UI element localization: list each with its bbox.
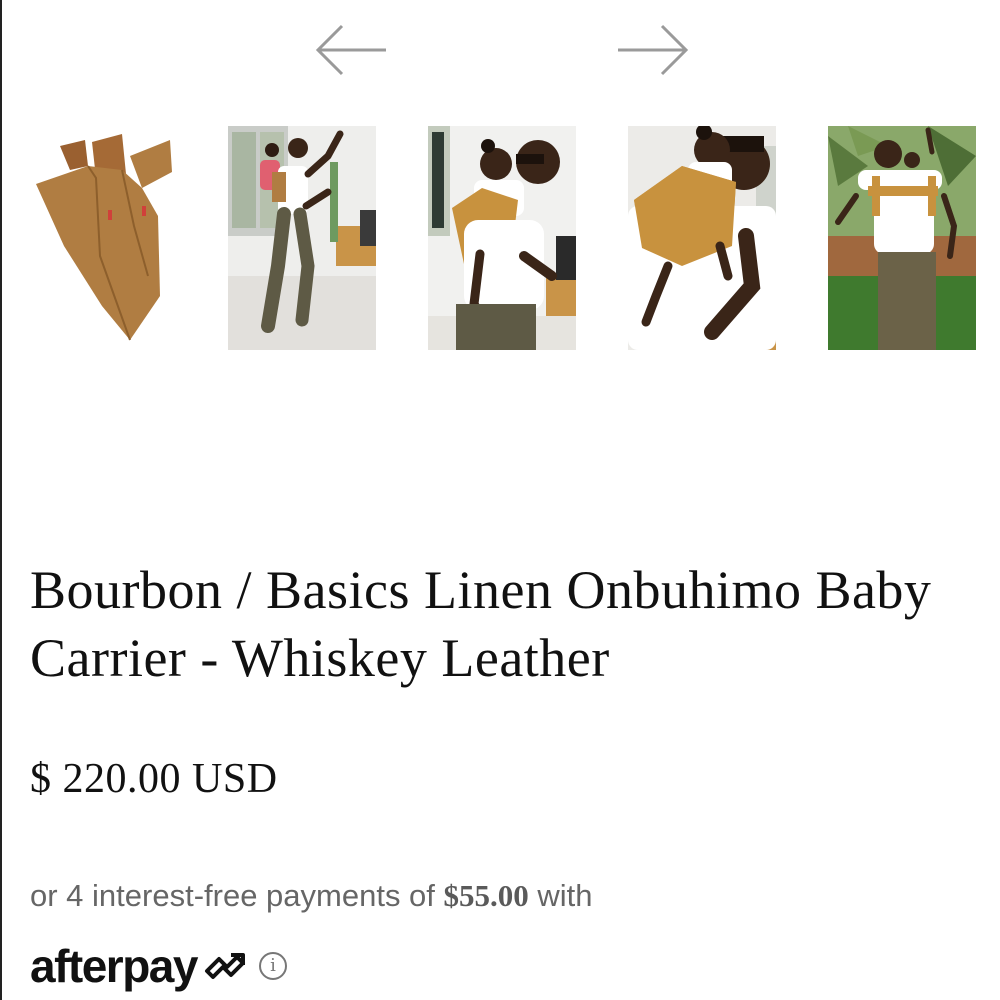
thumbnail-dancing[interactable] xyxy=(228,126,376,350)
installments-suffix: with xyxy=(528,878,593,913)
thumbnail-carrying-back[interactable] xyxy=(428,126,576,350)
next-image-button[interactable] xyxy=(614,22,690,78)
thumbnail-carrier-product[interactable] xyxy=(30,126,178,350)
product-title: Bourbon / Basics Linen Onbuhimo Baby Car… xyxy=(30,560,932,688)
thumbnail-closeup[interactable] xyxy=(628,126,776,350)
thumbnail-strip xyxy=(2,126,1000,352)
installments-text: or 4 interest-free payments of $55.00 wi… xyxy=(30,878,593,914)
arrow-right-icon xyxy=(618,24,689,76)
previous-image-button[interactable] xyxy=(314,22,390,78)
afterpay-badge: afterpay i xyxy=(30,938,287,994)
info-icon[interactable]: i xyxy=(258,952,287,980)
installment-amount: $55.00 xyxy=(443,878,529,913)
thumbnail-outdoors[interactable] xyxy=(828,126,976,350)
product-page: Bourbon / Basics Linen Onbuhimo Baby Car… xyxy=(0,0,1000,1000)
afterpay-wordmark: afterpay xyxy=(30,940,198,992)
arrow-left-icon xyxy=(315,24,386,76)
product-price: $ 220.00 USD xyxy=(30,756,278,802)
afterpay-arrows-icon xyxy=(204,953,245,979)
installments-prefix: or 4 interest-free payments of xyxy=(30,878,444,913)
